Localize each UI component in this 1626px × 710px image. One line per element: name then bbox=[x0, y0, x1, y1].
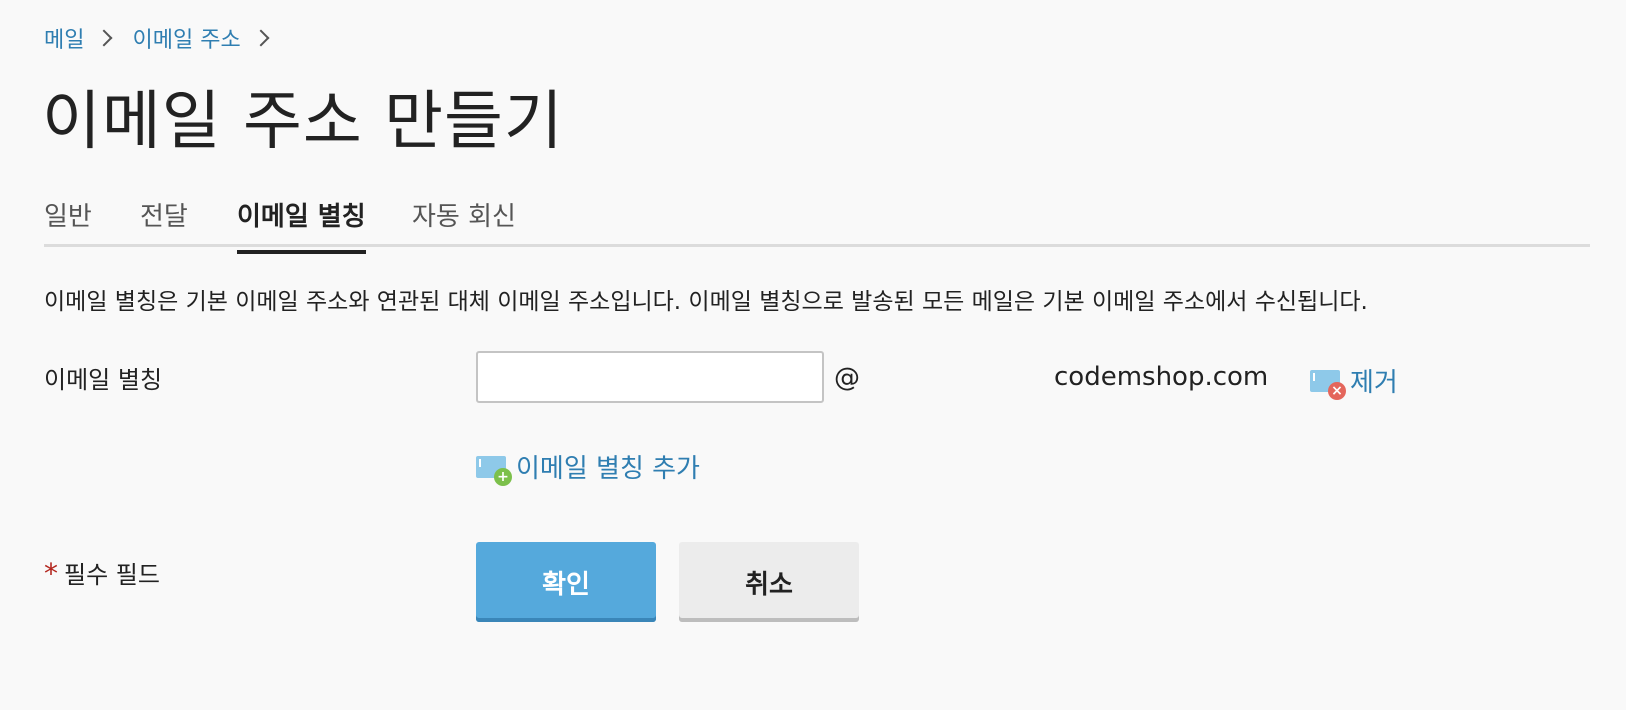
tab-forwarding[interactable]: 전달 bbox=[140, 196, 188, 245]
chevron-right-icon bbox=[95, 29, 113, 47]
alias-description: 이메일 별칭은 기본 이메일 주소와 연관된 대체 이메일 주소입니다. 이메일… bbox=[44, 289, 1368, 315]
email-alias-input[interactable] bbox=[476, 351, 824, 403]
tab-general[interactable]: 일반 bbox=[44, 196, 92, 245]
add-alias-button[interactable]: + 이메일 별칭 추가 bbox=[476, 448, 700, 486]
tab-email-alias[interactable]: 이메일 별칭 bbox=[237, 196, 366, 254]
email-alias-label: 이메일 별칭 bbox=[44, 366, 163, 394]
tab-auto-reply[interactable]: 자동 회신 bbox=[412, 196, 516, 245]
required-field-note: * 필수 필드 bbox=[44, 555, 160, 590]
ok-button[interactable]: 확인 bbox=[476, 542, 656, 622]
required-field-label: 필수 필드 bbox=[64, 561, 160, 589]
tab-bar: 일반 전달 이메일 별칭 자동 회신 bbox=[44, 190, 1590, 254]
page: 메일 이메일 주소 이메일 주소 만들기 일반 전달 이메일 별칭 자동 회신 … bbox=[0, 0, 1626, 710]
remove-alias-label: 제거 bbox=[1350, 368, 1398, 398]
at-sign: @ bbox=[834, 363, 860, 393]
remove-alias-icon: × bbox=[1310, 369, 1346, 400]
page-title: 이메일 주소 만들기 bbox=[42, 85, 564, 159]
breadcrumb: 메일 이메일 주소 bbox=[44, 22, 289, 54]
required-star: * bbox=[44, 557, 58, 590]
cancel-button[interactable]: 취소 bbox=[679, 542, 859, 622]
breadcrumb-item-mail[interactable]: 메일 bbox=[44, 22, 84, 54]
add-alias-label: 이메일 별칭 추가 bbox=[516, 454, 700, 484]
remove-alias-button[interactable]: × 제거 bbox=[1310, 362, 1398, 400]
chevron-right-icon bbox=[252, 29, 270, 47]
add-alias-icon: + bbox=[476, 455, 512, 486]
breadcrumb-item-email-addresses[interactable]: 이메일 주소 bbox=[132, 22, 240, 54]
domain-name: codemshop.com bbox=[1054, 362, 1269, 392]
